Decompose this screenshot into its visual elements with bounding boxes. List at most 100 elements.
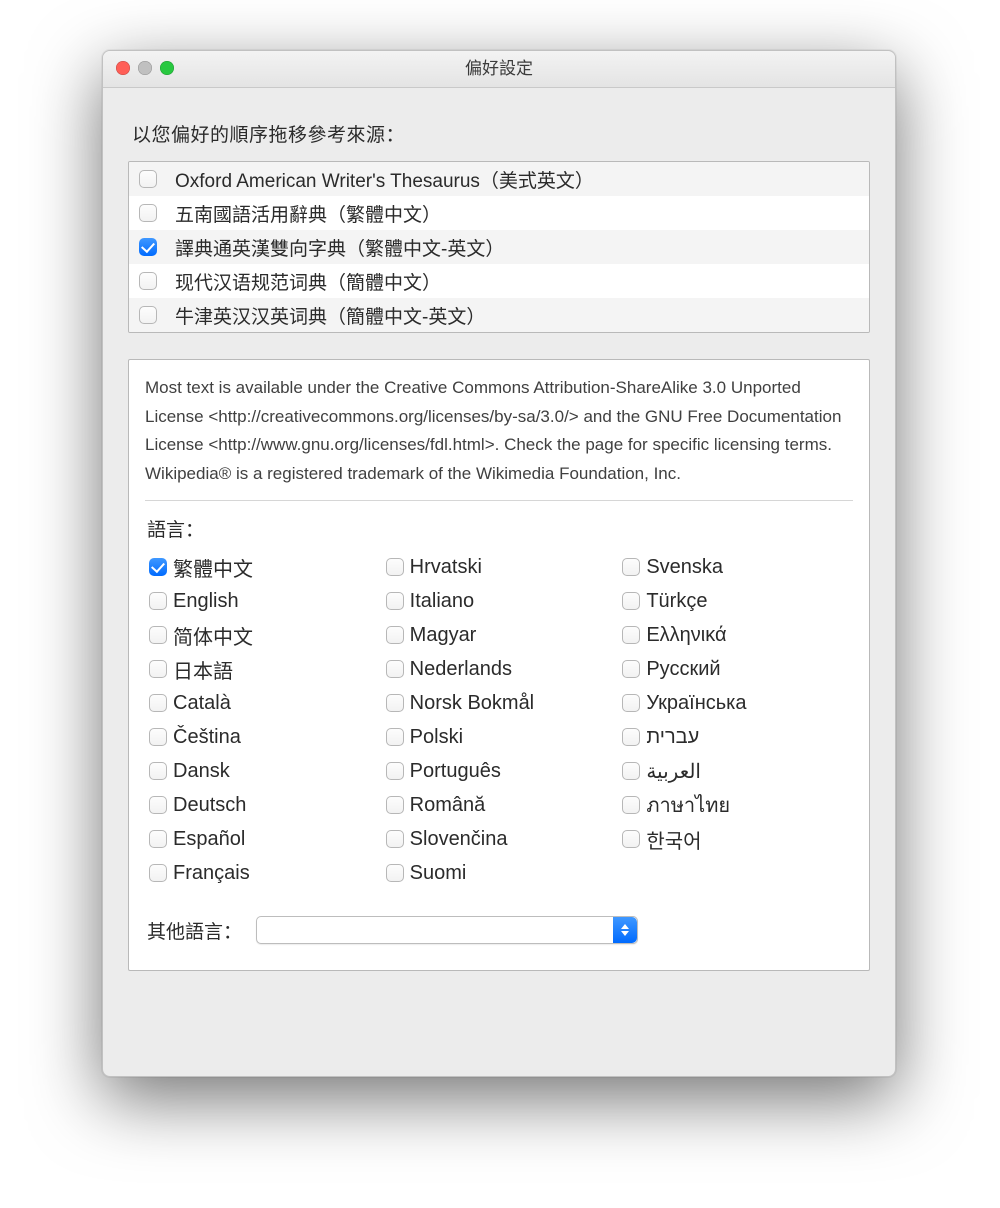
other-language-combobox[interactable] [256, 916, 638, 944]
language-checkbox[interactable] [386, 592, 404, 610]
language-item[interactable]: Español [149, 824, 376, 854]
source-row[interactable]: 牛津英汉汉英词典（簡體中文-英文） [129, 298, 869, 332]
language-checkbox[interactable] [622, 592, 640, 610]
language-label: Русский [646, 658, 720, 681]
preferences-window: 偏好設定 以您偏好的順序拖移參考來源： Oxford American Writ… [102, 50, 896, 1077]
language-checkbox[interactable] [622, 626, 640, 644]
language-checkbox[interactable] [149, 830, 167, 848]
language-item[interactable]: Українська [622, 688, 849, 718]
window-controls [116, 61, 174, 75]
language-checkbox[interactable] [386, 796, 404, 814]
source-row[interactable]: 现代汉语规范词典（簡體中文） [129, 264, 869, 298]
source-row[interactable]: Oxford American Writer's Thesaurus（美式英文） [129, 162, 869, 196]
language-item[interactable]: Čeština [149, 722, 376, 752]
language-item[interactable]: Română [386, 790, 613, 820]
language-label: Română [410, 794, 486, 817]
language-label: Svenska [646, 556, 723, 579]
language-item[interactable]: English [149, 586, 376, 616]
language-checkbox[interactable] [386, 864, 404, 882]
language-item[interactable]: Magyar [386, 620, 613, 650]
source-checkbox[interactable] [139, 272, 157, 290]
language-checkbox[interactable] [149, 694, 167, 712]
language-checkbox[interactable] [386, 660, 404, 678]
source-row[interactable]: 譯典通英漢雙向字典（繁體中文-英文） [129, 230, 869, 264]
languages-heading: 語言： [147, 515, 853, 542]
language-checkbox[interactable] [149, 626, 167, 644]
language-item[interactable]: Nederlands [386, 654, 613, 684]
language-label: 日本語 [173, 655, 233, 684]
language-item[interactable]: Dansk [149, 756, 376, 786]
language-checkbox[interactable] [149, 592, 167, 610]
source-label: Oxford American Writer's Thesaurus（美式英文） [175, 166, 594, 193]
close-icon[interactable] [116, 61, 130, 75]
source-checkbox[interactable] [139, 238, 157, 256]
language-label: Nederlands [410, 658, 512, 681]
language-item[interactable]: Русский [622, 654, 849, 684]
language-label: Suomi [410, 862, 467, 885]
language-checkbox[interactable] [149, 728, 167, 746]
language-item[interactable]: 繁體中文 [149, 552, 376, 582]
language-checkbox[interactable] [386, 830, 404, 848]
language-label: Magyar [410, 624, 477, 647]
language-checkbox[interactable] [622, 762, 640, 780]
language-checkbox[interactable] [149, 558, 167, 576]
language-checkbox[interactable] [622, 830, 640, 848]
language-item[interactable]: 日本語 [149, 654, 376, 684]
source-row[interactable]: 五南國語活用辭典（繁體中文） [129, 196, 869, 230]
language-item[interactable]: 한국어 [622, 824, 849, 854]
language-label: Türkçe [646, 590, 707, 613]
language-item[interactable]: Svenska [622, 552, 849, 582]
license-text: Most text is available under the Creativ… [145, 374, 853, 488]
language-label: Norsk Bokmål [410, 692, 534, 715]
language-item[interactable]: Italiano [386, 586, 613, 616]
zoom-icon[interactable] [160, 61, 174, 75]
language-label: 繁體中文 [173, 553, 253, 582]
source-label: 五南國語活用辭典（繁體中文） [175, 200, 441, 227]
language-checkbox[interactable] [622, 796, 640, 814]
language-item[interactable]: Norsk Bokmål [386, 688, 613, 718]
language-item[interactable]: Türkçe [622, 586, 849, 616]
sources-list[interactable]: Oxford American Writer's Thesaurus（美式英文）… [128, 161, 870, 333]
language-label: Português [410, 760, 501, 783]
language-checkbox[interactable] [622, 660, 640, 678]
language-checkbox[interactable] [149, 864, 167, 882]
language-item[interactable]: Suomi [386, 858, 613, 888]
language-item[interactable]: Français [149, 858, 376, 888]
language-item[interactable]: Slovenčina [386, 824, 613, 854]
language-item[interactable]: Polski [386, 722, 613, 752]
wikipedia-panel: Most text is available under the Creativ… [128, 359, 870, 971]
language-checkbox[interactable] [386, 558, 404, 576]
divider [145, 500, 853, 501]
language-checkbox[interactable] [149, 660, 167, 678]
source-checkbox[interactable] [139, 306, 157, 324]
language-checkbox[interactable] [622, 728, 640, 746]
language-item[interactable]: Português [386, 756, 613, 786]
language-checkbox[interactable] [386, 762, 404, 780]
source-checkbox[interactable] [139, 204, 157, 222]
source-checkbox[interactable] [139, 170, 157, 188]
language-label: Italiano [410, 590, 475, 613]
language-item[interactable]: עברית [622, 722, 849, 752]
language-checkbox[interactable] [386, 626, 404, 644]
language-checkbox[interactable] [149, 762, 167, 780]
language-checkbox[interactable] [622, 694, 640, 712]
language-checkbox[interactable] [149, 796, 167, 814]
language-label: עברית [646, 726, 699, 749]
language-item[interactable]: العربية [622, 756, 849, 786]
language-item[interactable]: ภาษาไทย [622, 790, 849, 820]
minimize-icon[interactable] [138, 61, 152, 75]
language-checkbox[interactable] [386, 728, 404, 746]
language-item[interactable]: Hrvatski [386, 552, 613, 582]
language-label: Deutsch [173, 794, 246, 817]
language-item[interactable]: 简体中文 [149, 620, 376, 650]
combobox-stepper[interactable] [613, 917, 637, 943]
language-checkbox[interactable] [622, 558, 640, 576]
language-item[interactable]: Ελληνικά [622, 620, 849, 650]
language-item[interactable]: Català [149, 688, 376, 718]
language-item[interactable]: Deutsch [149, 790, 376, 820]
language-checkbox[interactable] [386, 694, 404, 712]
language-label: Dansk [173, 760, 230, 783]
language-label: Slovenčina [410, 828, 508, 851]
language-label: Čeština [173, 726, 241, 749]
titlebar: 偏好設定 [103, 51, 895, 88]
